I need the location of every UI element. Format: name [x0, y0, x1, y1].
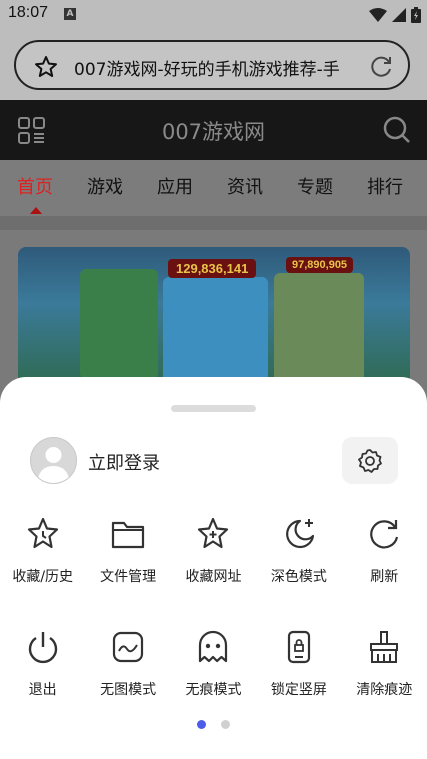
browser-toolbar: 007游戏网-好玩的手机游戏推荐-手 — [0, 30, 427, 100]
jackpot-counter: 129,836,141 — [168, 259, 257, 278]
status-time: 18:07 — [8, 4, 49, 21]
action-label: 锁定竖屏 — [270, 682, 327, 698]
star-history-icon — [27, 517, 58, 549]
ghost-icon — [199, 630, 228, 663]
settings-button[interactable] — [342, 437, 398, 484]
nav-item-apps[interactable]: 应用 — [140, 160, 210, 216]
url-bar[interactable]: 007游戏网-好玩的手机游戏推荐-手 — [14, 40, 410, 90]
action-file-manager[interactable]: 文件管理 — [85, 514, 170, 586]
battery-icon — [411, 7, 421, 23]
url-text[interactable]: 007游戏网-好玩的手机游戏推荐-手 — [74, 55, 364, 80]
action-incognito-mode[interactable]: 无痕模式 — [171, 627, 256, 699]
no-image-icon — [112, 631, 144, 663]
notification-icon: A — [64, 8, 76, 20]
page-dot[interactable] — [221, 720, 230, 729]
broom-icon — [370, 631, 399, 663]
action-label: 深色模式 — [270, 569, 327, 585]
action-label: 刷新 — [370, 569, 399, 585]
nav-item-topics[interactable]: 专题 — [280, 160, 350, 216]
action-label: 收藏网址 — [185, 569, 242, 585]
action-dark-mode[interactable]: 深色模式 — [256, 514, 341, 586]
nav-item-news[interactable]: 资讯 — [210, 160, 280, 216]
menu-sheet: 立即登录 收藏/历史 文件管理 收藏网址 深色模式 刷新 退出 无图模式 无痕模… — [0, 377, 427, 759]
lock-portrait-icon — [287, 630, 310, 664]
nav-item-ranking[interactable]: 排行 — [350, 160, 420, 216]
action-bookmark-url[interactable]: 收藏网址 — [171, 514, 256, 586]
action-label: 清除痕迹 — [356, 682, 413, 698]
wifi-icon — [369, 8, 387, 22]
login-link[interactable]: 立即登录 — [88, 449, 160, 475]
page-indicator — [0, 720, 427, 729]
avatar[interactable] — [30, 437, 77, 484]
banner-tile-left — [80, 269, 158, 379]
site-header: 007游戏网 — [0, 100, 427, 160]
status-icons — [369, 7, 421, 23]
power-icon — [28, 632, 57, 664]
quick-actions-row-2: 退出 无图模式 无痕模式 锁定竖屏 清除痕迹 — [0, 627, 427, 699]
action-favorites-history[interactable]: 收藏/历史 — [0, 514, 85, 586]
action-label: 文件管理 — [100, 569, 157, 585]
moon-icon — [285, 519, 314, 549]
action-label: 收藏/历史 — [12, 569, 74, 585]
promo-banner[interactable]: 129,836,141 97,890,905 — [18, 247, 410, 387]
action-label: 退出 — [28, 682, 57, 698]
folder-icon — [111, 521, 145, 549]
refresh-icon — [370, 520, 399, 549]
action-exit[interactable]: 退出 — [0, 627, 85, 699]
banner-tile-center — [163, 277, 268, 387]
action-label: 无痕模式 — [185, 682, 242, 698]
status-bar: 18:07 A — [0, 0, 427, 30]
quick-actions-row-1: 收藏/历史 文件管理 收藏网址 深色模式 刷新 — [0, 514, 427, 586]
gear-icon — [358, 448, 382, 473]
action-lock-portrait[interactable]: 锁定竖屏 — [256, 627, 341, 699]
banner-tile-right — [274, 273, 364, 383]
jackpot-counter-small: 97,890,905 — [286, 257, 354, 273]
divider — [0, 216, 427, 230]
category-nav: 首页 游戏 应用 资讯 专题 排行 — [0, 160, 427, 216]
user-avatar-icon — [37, 447, 70, 483]
nav-item-home[interactable]: 首页 — [0, 160, 70, 216]
site-title: 007游戏网 — [161, 120, 266, 144]
signal-icon — [392, 8, 406, 22]
nav-item-games[interactable]: 游戏 — [70, 160, 140, 216]
drag-handle[interactable] — [171, 405, 256, 412]
action-refresh[interactable]: 刷新 — [342, 514, 427, 586]
reload-icon[interactable] — [368, 54, 394, 80]
star-plus-icon — [198, 517, 229, 549]
action-label: 无图模式 — [100, 682, 157, 698]
action-clear-traces[interactable]: 清除痕迹 — [342, 627, 427, 699]
action-no-image-mode[interactable]: 无图模式 — [85, 627, 170, 699]
search-icon[interactable] — [383, 116, 411, 144]
bookmark-star-icon[interactable] — [34, 55, 58, 79]
page-dot-active[interactable] — [197, 720, 206, 729]
